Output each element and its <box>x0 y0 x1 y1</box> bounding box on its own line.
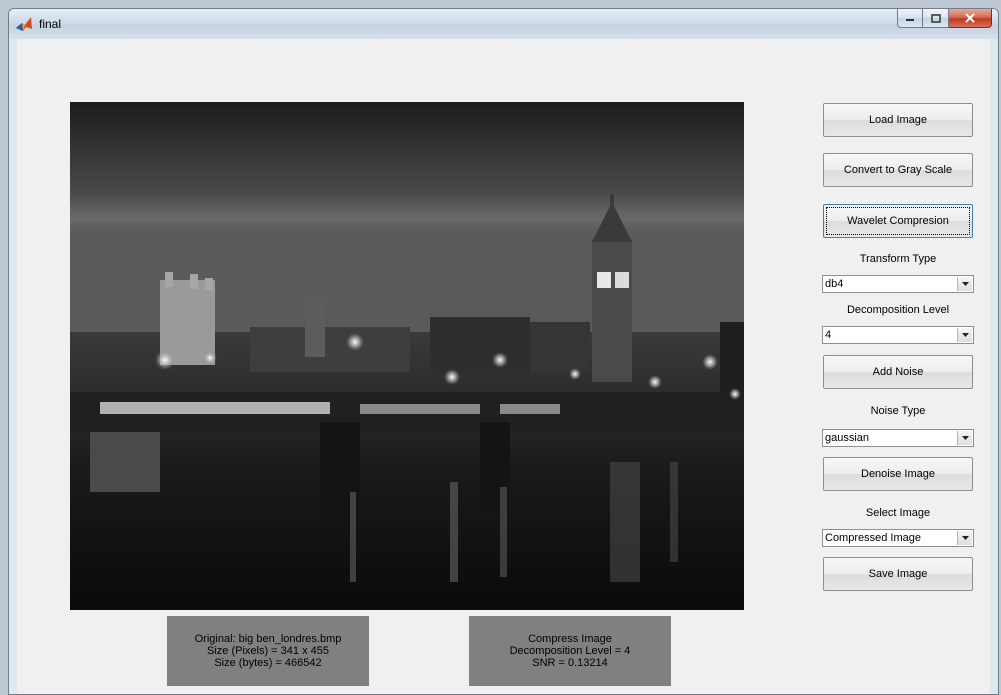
maximize-button[interactable] <box>923 9 949 28</box>
matlab-icon <box>16 17 32 31</box>
compress-title: Compress Image <box>528 633 612 645</box>
noise-type-value: gaussian <box>825 432 870 444</box>
figure-client-area: Load Image Convert to Gray Scale Wavelet… <box>17 39 990 694</box>
compress-info-panel: Compress Image Decomposition Level = 4 S… <box>469 616 671 686</box>
load-image-button[interactable]: Load Image <box>823 103 973 137</box>
caption-buttons <box>897 9 992 28</box>
save-image-button[interactable]: Save Image <box>823 557 973 591</box>
transform-type-label: Transform Type <box>859 253 937 265</box>
chevron-down-icon <box>957 531 972 545</box>
denoise-image-button[interactable]: Denoise Image <box>823 457 973 491</box>
select-image-value: Compressed Image <box>825 532 921 544</box>
minimize-icon <box>906 19 914 21</box>
window-title: final <box>39 17 62 31</box>
compress-decomposition-level: Decomposition Level = 4 <box>509 645 631 657</box>
close-icon <box>965 13 975 23</box>
app-window: final Load Image Convert to Gray Scale W… <box>8 8 999 695</box>
transform-type-value: db4 <box>825 278 844 290</box>
decomposition-level-select[interactable]: 4 <box>822 326 974 344</box>
select-image-label: Select Image <box>865 507 931 519</box>
noise-type-label: Noise Type <box>870 405 926 417</box>
decomposition-level-value: 4 <box>825 329 832 341</box>
select-image-select[interactable]: Compressed Image <box>822 529 974 547</box>
chevron-down-icon <box>957 277 972 291</box>
original-size-bytes: Size (bytes) = 466542 <box>214 657 322 669</box>
title-bar[interactable]: final <box>9 9 998 39</box>
image-axes <box>70 102 744 610</box>
compress-snr: SNR = 0.13214 <box>532 657 608 669</box>
chevron-down-icon <box>957 328 972 342</box>
chevron-down-icon <box>957 431 972 445</box>
maximize-icon <box>930 13 941 23</box>
minimize-button[interactable] <box>897 9 923 28</box>
london-night-image <box>70 102 744 610</box>
close-button[interactable] <box>949 9 992 28</box>
transform-type-select[interactable]: db4 <box>822 275 974 293</box>
original-filename: Original: big ben_londres.bmp <box>194 633 342 645</box>
convert-gray-scale-button[interactable]: Convert to Gray Scale <box>823 153 973 187</box>
wavelet-compression-button[interactable]: Wavelet Compresion <box>823 204 973 238</box>
decomposition-level-label: Decomposition Level <box>846 304 950 316</box>
original-size-pixels: Size (Pixels) = 341 x 455 <box>207 645 329 657</box>
noise-type-select[interactable]: gaussian <box>822 429 974 447</box>
original-info-panel: Original: big ben_londres.bmp Size (Pixe… <box>167 616 369 686</box>
add-noise-button[interactable]: Add Noise <box>823 355 973 389</box>
